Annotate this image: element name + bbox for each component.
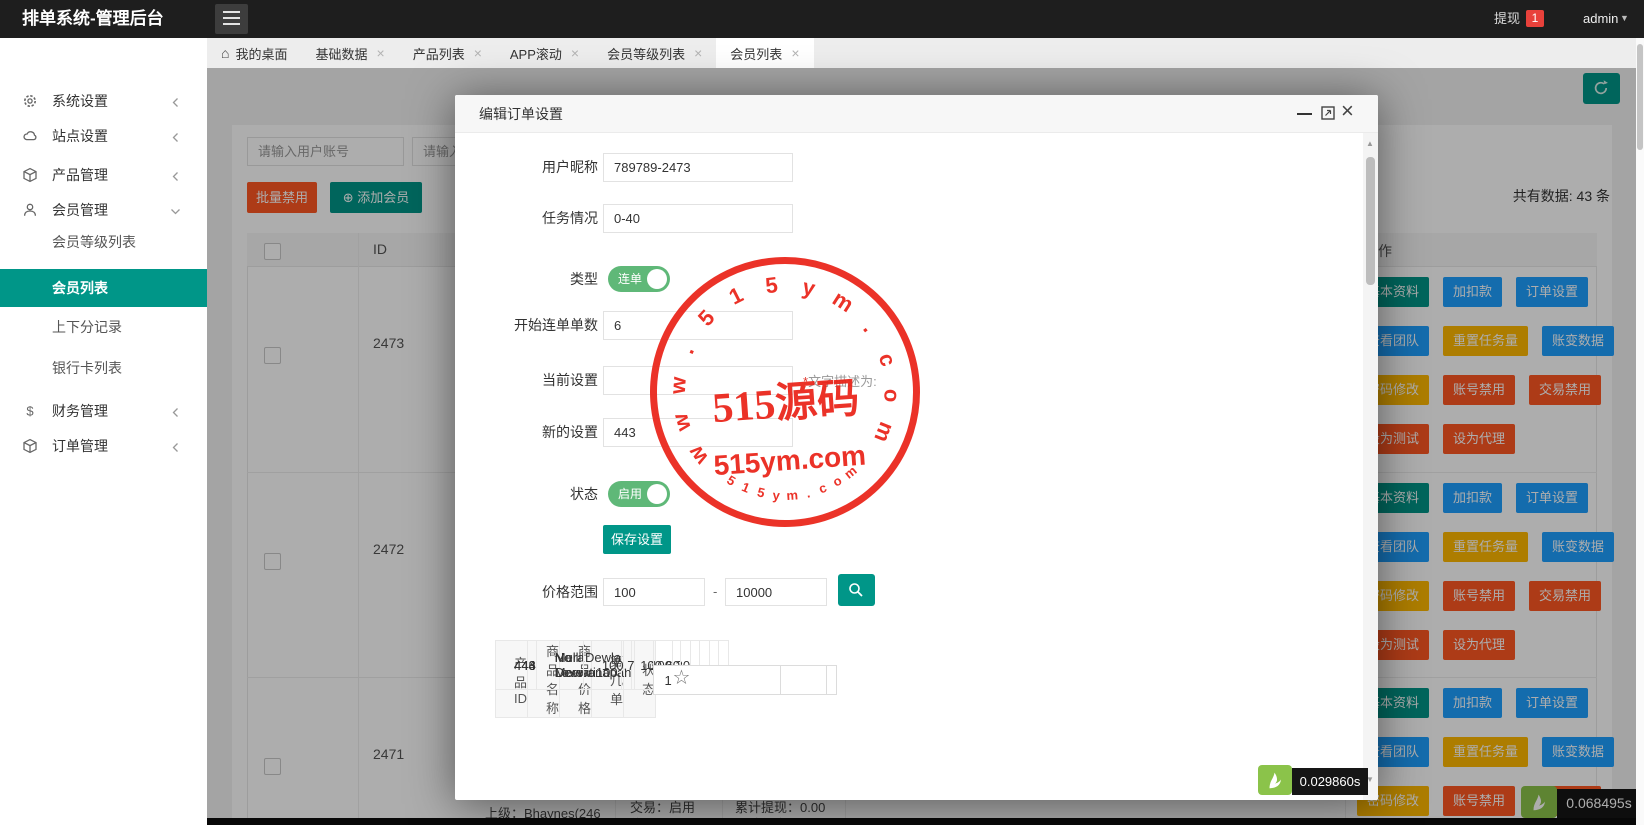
hamburger-menu-icon[interactable] xyxy=(215,4,248,34)
start-count-input[interactable] xyxy=(603,311,793,340)
price-max-input[interactable] xyxy=(725,578,827,606)
modal-scrollbar-thumb[interactable] xyxy=(1366,157,1375,285)
toggle-knob xyxy=(647,484,667,504)
tab-基础数据[interactable]: 基础数据 × xyxy=(301,38,398,68)
sidebar-item-订单管理[interactable]: 订单管理 xyxy=(0,428,207,464)
type-toggle[interactable]: 连单 xyxy=(608,266,670,292)
topbar: 排单系统-管理后台 提现 1 admin ▼ xyxy=(0,0,1644,38)
tab-label: 我的桌面 xyxy=(235,46,288,62)
tab-产品列表[interactable]: 产品列表 × xyxy=(399,38,496,68)
sidebar-item-上下分记录[interactable]: 上下分记录 xyxy=(0,309,207,345)
chevron-down-icon xyxy=(170,205,181,220)
search-icon xyxy=(849,583,863,597)
page-scrollbar[interactable] xyxy=(1636,38,1644,825)
cube-icon xyxy=(22,167,38,183)
sidebar-item-会员列表[interactable]: 会员列表 xyxy=(0,269,207,307)
chevron-left-icon xyxy=(170,170,181,185)
chevron-left-icon xyxy=(170,441,181,456)
modal-trace-time: 0.029860s xyxy=(1292,768,1368,795)
withdraw-badge: 1 xyxy=(1526,10,1544,27)
field-label: 新的设置 xyxy=(542,424,598,440)
field-label: 类型 xyxy=(570,271,598,287)
cloud-icon xyxy=(22,128,38,144)
field-label: 用户昵称 xyxy=(542,159,598,175)
sidebar-item-站点设置[interactable]: 站点设置 xyxy=(0,118,207,154)
cube-icon xyxy=(22,438,38,454)
dollar-icon: $ xyxy=(22,403,38,419)
modal-title: 编辑订单设置 xyxy=(479,106,563,122)
maximize-icon[interactable] xyxy=(1321,106,1335,120)
sidebar-item-会员等级列表[interactable]: 会员等级列表 xyxy=(0,224,207,260)
sidebar-item-银行卡列表[interactable]: 银行卡列表 xyxy=(0,350,207,386)
save-settings-button[interactable]: 保存设置 xyxy=(603,525,671,554)
price-separator: - xyxy=(713,584,718,599)
nickname-input[interactable] xyxy=(603,153,793,182)
edit-order-settings-modal: 编辑订单设置 × 用户昵称 任务情况 类型 连单 开始连单单数 当前设置 *文字… xyxy=(455,95,1378,800)
minimize-icon[interactable] xyxy=(1297,113,1312,115)
field-hint: *文字描述为: xyxy=(803,374,877,389)
field-label: 价格范围 xyxy=(542,584,598,600)
withdraw-link[interactable]: 提现 xyxy=(1494,0,1520,38)
chevron-left-icon xyxy=(170,131,181,146)
sidebar-item-财务管理[interactable]: $ 财务管理 xyxy=(0,393,207,429)
gear-icon xyxy=(22,93,38,109)
svg-text:$: $ xyxy=(26,404,34,419)
price-min-input[interactable] xyxy=(603,578,705,606)
tab-APP滚动[interactable]: APP滚动 × xyxy=(496,38,593,68)
tab-close-icon[interactable]: × xyxy=(791,45,799,61)
field-label: 状态 xyxy=(570,486,598,502)
task-input[interactable] xyxy=(603,204,793,233)
tab-我的桌面[interactable]: ⌂ 我的桌面 xyxy=(207,38,301,68)
tab-close-icon[interactable]: × xyxy=(377,45,385,61)
tab-label: 会员列表 xyxy=(730,46,783,62)
sidebar-item-产品管理[interactable]: 产品管理 xyxy=(0,157,207,193)
tab-close-icon[interactable]: × xyxy=(694,45,702,61)
sidebar-item-系统设置[interactable]: 系统设置 xyxy=(0,83,207,119)
tab-close-icon[interactable]: × xyxy=(571,45,579,61)
field-label: 开始连单单数 xyxy=(514,317,598,333)
close-icon[interactable]: × xyxy=(1341,98,1354,124)
chevron-left-icon xyxy=(170,406,181,421)
trace-leaf-icon[interactable] xyxy=(1258,765,1292,795)
sidebar-item-会员管理[interactable]: 会员管理 xyxy=(0,192,207,228)
page: 排单系统-管理后台 提现 1 admin ▼ ⌂ 我的桌面 基础数据 × 产品列表 × AP… xyxy=(0,0,1644,825)
current-setting-input[interactable] xyxy=(603,366,793,395)
field-label: 当前设置 xyxy=(542,372,598,388)
field-label: 任务情况 xyxy=(542,210,598,226)
tab-会员列表[interactable]: 会员列表 × xyxy=(716,38,814,68)
toggle-knob xyxy=(647,269,667,289)
user-menu[interactable]: admin xyxy=(1583,0,1618,38)
chevron-left-icon xyxy=(170,96,181,111)
tabbar: ⌂ 我的桌面 基础数据 × 产品列表 × APP滚动 × 会员等级列表 × 会员列表 × xyxy=(207,38,1644,68)
tab-label: 会员等级列表 xyxy=(607,46,686,62)
product-row: 446No Love100.7☆ xyxy=(495,640,782,695)
page-scrollbar-thumb[interactable] xyxy=(1637,44,1643,150)
new-setting-input[interactable] xyxy=(603,418,793,447)
status-toggle[interactable]: 启用 xyxy=(608,481,670,507)
chevron-down-icon: ▼ xyxy=(1620,13,1629,23)
tab-label: 基础数据 xyxy=(315,46,368,62)
modal-header xyxy=(455,95,1378,133)
price-search-button[interactable] xyxy=(838,574,875,606)
app-title: 排单系统-管理后台 xyxy=(22,9,164,28)
tab-label: 产品列表 xyxy=(412,46,465,62)
tab-close-icon[interactable]: × xyxy=(474,45,482,61)
home-icon: ⌂ xyxy=(221,45,230,61)
user-icon xyxy=(22,202,38,218)
scroll-up-icon[interactable]: ▲ xyxy=(1366,139,1374,148)
tab-会员等级列表[interactable]: 会员等级列表 × xyxy=(593,38,716,68)
star-empty-icon[interactable]: ☆ xyxy=(672,665,690,690)
sidebar: 系统设置 站点设置 产品管理 会员管理 会员等级列表 会员列表 上下分记录银行卡列表 $ 财务管… xyxy=(0,38,207,825)
tab-label: APP滚动 xyxy=(509,46,562,62)
